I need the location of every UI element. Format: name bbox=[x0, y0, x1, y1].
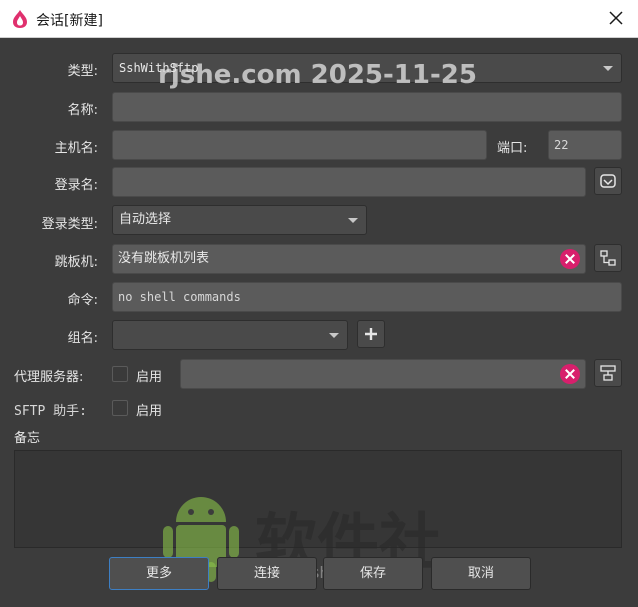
memo-label: 备忘 bbox=[14, 431, 41, 446]
key-picker-button[interactable] bbox=[594, 167, 622, 195]
command-input[interactable]: no shell commands bbox=[112, 282, 622, 312]
chevron-down-icon bbox=[348, 218, 358, 223]
type-select-value: SshWithSftp bbox=[119, 61, 199, 75]
host-label: 主机名: bbox=[54, 141, 98, 156]
port-label: 端口: bbox=[497, 141, 528, 156]
name-label: 名称: bbox=[67, 103, 98, 118]
title-bar: 会话[新建] bbox=[0, 0, 638, 38]
key-icon bbox=[600, 174, 616, 188]
proxy-enable-checkbox[interactable] bbox=[112, 366, 128, 382]
jump-input-value: 没有跳板机列表 bbox=[118, 251, 210, 266]
port-input[interactable]: 22 bbox=[548, 130, 622, 160]
network-tree-icon bbox=[600, 250, 616, 266]
plus-icon bbox=[365, 328, 377, 340]
sftp-enable-checkbox[interactable] bbox=[112, 400, 128, 416]
jump-input[interactable]: 没有跳板机列表 bbox=[112, 244, 586, 274]
group-label: 组名: bbox=[67, 331, 98, 346]
app-logo-icon bbox=[13, 10, 27, 28]
cancel-button[interactable]: 取消 bbox=[431, 557, 531, 590]
chevron-down-icon bbox=[603, 66, 613, 71]
jump-host-button[interactable] bbox=[594, 244, 622, 272]
sftp-enable-label: 启用 bbox=[136, 404, 163, 419]
command-label: 命令: bbox=[67, 293, 98, 308]
chevron-down-icon bbox=[329, 333, 339, 338]
proxy-input[interactable] bbox=[180, 359, 586, 389]
login-type-select[interactable]: 自动选择 bbox=[112, 205, 367, 235]
clear-proxy-icon[interactable] bbox=[560, 364, 580, 384]
add-group-button[interactable] bbox=[357, 320, 385, 348]
login-input[interactable] bbox=[112, 167, 586, 197]
memo-textarea[interactable] bbox=[14, 450, 622, 548]
sftp-helper-label: SFTP 助手: bbox=[14, 404, 87, 419]
group-select[interactable] bbox=[112, 320, 348, 350]
save-button[interactable]: 保存 bbox=[323, 557, 423, 590]
login-type-select-value: 自动选择 bbox=[119, 212, 172, 227]
connect-button[interactable]: 连接 bbox=[217, 557, 317, 590]
proxy-settings-button[interactable] bbox=[594, 359, 622, 387]
proxy-enable-label: 启用 bbox=[136, 370, 163, 385]
proxy-label: 代理服务器: bbox=[14, 370, 84, 385]
more-button[interactable]: 更多 bbox=[109, 557, 209, 590]
proxy-server-icon bbox=[600, 365, 616, 381]
login-type-label: 登录类型: bbox=[41, 217, 98, 232]
clear-jump-icon[interactable] bbox=[560, 249, 580, 269]
host-input[interactable] bbox=[112, 130, 487, 160]
window-title: 会话[新建] bbox=[36, 13, 103, 29]
type-select[interactable]: SshWithSftp bbox=[112, 53, 622, 83]
close-icon[interactable] bbox=[606, 8, 626, 28]
type-label: 类型: bbox=[67, 64, 98, 79]
name-input[interactable] bbox=[112, 92, 622, 122]
login-label: 登录名: bbox=[54, 178, 98, 193]
jump-label: 跳板机: bbox=[54, 255, 98, 270]
